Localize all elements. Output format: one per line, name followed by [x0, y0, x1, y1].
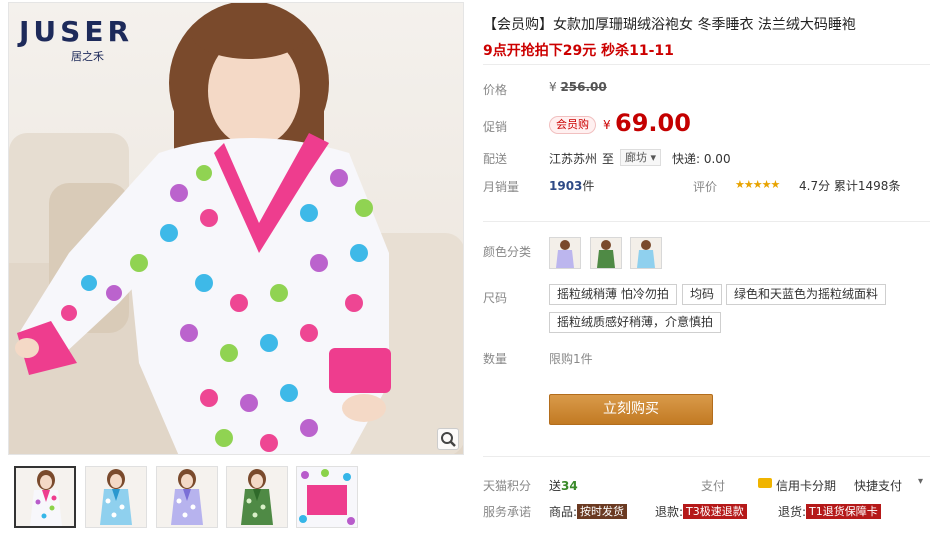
product-title: 【会员购】女款加厚珊瑚绒浴袍女 冬季睡衣 法兰绒大码睡袍	[483, 17, 856, 33]
quick-pay-link[interactable]: 快捷支付	[854, 477, 902, 494]
product-photo	[9, 3, 463, 454]
brand-logo: JUSER 居之禾	[19, 15, 169, 63]
original-price: ¥ 256.00	[549, 80, 607, 94]
service-refund-tag[interactable]: T3极速退款	[683, 504, 747, 519]
promo-label: 促销	[483, 120, 508, 134]
thumbnail-4[interactable]	[226, 466, 288, 528]
destination-select[interactable]: 廊坊 ▾	[620, 149, 662, 166]
pay-label: 支付	[701, 479, 726, 493]
points-value: 送34	[549, 477, 578, 494]
buy-now-button[interactable]: 立刻购买	[549, 394, 713, 425]
size-label: 尺码	[483, 291, 508, 305]
swatch-image	[597, 240, 615, 268]
purchase-limit: 限购1件	[549, 352, 593, 366]
vip-badge: 会员购	[549, 116, 596, 134]
review-label: 评价	[693, 180, 718, 194]
thumbnail-1[interactable]	[14, 466, 76, 528]
sales-count-number: 1903	[549, 179, 583, 193]
service-label: 服务承诺	[483, 505, 532, 519]
original-price-value: 256.00	[560, 80, 607, 94]
brand-logo-word: JUSER	[19, 15, 134, 48]
quantity-label: 数量	[483, 352, 508, 366]
swatch-image	[637, 240, 655, 268]
credit-card-icon	[758, 478, 772, 488]
thumbnail-2[interactable]	[85, 466, 147, 528]
sale-price: 69.00	[615, 109, 691, 137]
thumbnail-image	[171, 469, 203, 525]
service-shipping: 商品: 按时发货	[549, 503, 628, 520]
chevron-down-icon[interactable]: ▾	[918, 476, 923, 487]
currency-symbol: ¥	[603, 118, 611, 132]
sales-count-unit: 件	[582, 179, 595, 193]
color-label: 颜色分类	[483, 245, 532, 259]
thumbnail-image	[297, 467, 357, 527]
main-product-image[interactable]: JUSER 居之禾	[8, 2, 464, 455]
size-option-4[interactable]: 摇粒绒质感好稍薄，介意慎拍	[549, 312, 722, 333]
from-city: 江苏苏州	[549, 152, 598, 166]
credit-installment-link[interactable]: 信用卡分期	[776, 477, 836, 494]
divider	[483, 221, 930, 222]
thumbnail-image	[30, 470, 62, 526]
destination-value: 廊坊	[625, 151, 647, 164]
delivery-label: 配送	[483, 152, 508, 166]
service-return: 退货: T1退货保障卡	[778, 503, 881, 520]
size-option-3[interactable]: 绿色和天蓝色为摇粒绒面料	[726, 284, 887, 305]
rating-stars: ★★★★★	[735, 178, 780, 191]
magnifier-icon	[441, 432, 456, 447]
service-refund: 退款: T3极速退款	[655, 503, 747, 520]
thumbnail-image	[241, 469, 273, 525]
size-option-2[interactable]: 均码	[682, 284, 723, 305]
zoom-button[interactable]	[437, 428, 459, 450]
color-swatch-blue[interactable]	[630, 237, 662, 269]
thumbnail-image	[100, 469, 132, 525]
color-swatch-green[interactable]	[590, 237, 622, 269]
thumbnail-5[interactable]	[296, 466, 358, 528]
original-price-currency: ¥	[549, 80, 561, 94]
chevron-down-icon: ▾	[650, 151, 657, 164]
points-label: 天猫积分	[483, 479, 532, 493]
points-number: 34	[561, 479, 578, 493]
points-prefix: 送	[549, 479, 562, 493]
sales-count: 1903件	[549, 177, 594, 194]
promo-text: 9点开抢拍下29元 秒杀11-11	[483, 43, 674, 59]
shipping-fee: 快递: 0.00	[672, 152, 731, 166]
color-swatch-lilac[interactable]	[549, 237, 581, 269]
service-shipping-prefix: 商品:	[549, 505, 578, 519]
service-return-tag[interactable]: T1退货保障卡	[806, 504, 881, 519]
size-option-1[interactable]: 摇粒绒稍薄 怕冷勿拍	[549, 284, 677, 305]
divider	[483, 64, 930, 65]
service-return-prefix: 退货:	[778, 505, 807, 519]
thumbnail-3[interactable]	[156, 466, 218, 528]
service-shipping-tag[interactable]: 按时发货	[577, 504, 628, 519]
price-label: 价格	[483, 83, 508, 97]
to-word: 至	[602, 152, 615, 166]
swatch-image	[556, 240, 574, 268]
divider	[483, 456, 930, 457]
service-refund-prefix: 退款:	[655, 505, 684, 519]
rating-summary[interactable]: 4.7分 累计1498条	[799, 177, 900, 194]
brand-logo-sub: 居之禾	[71, 50, 104, 63]
sales-label: 月销量	[483, 180, 520, 194]
